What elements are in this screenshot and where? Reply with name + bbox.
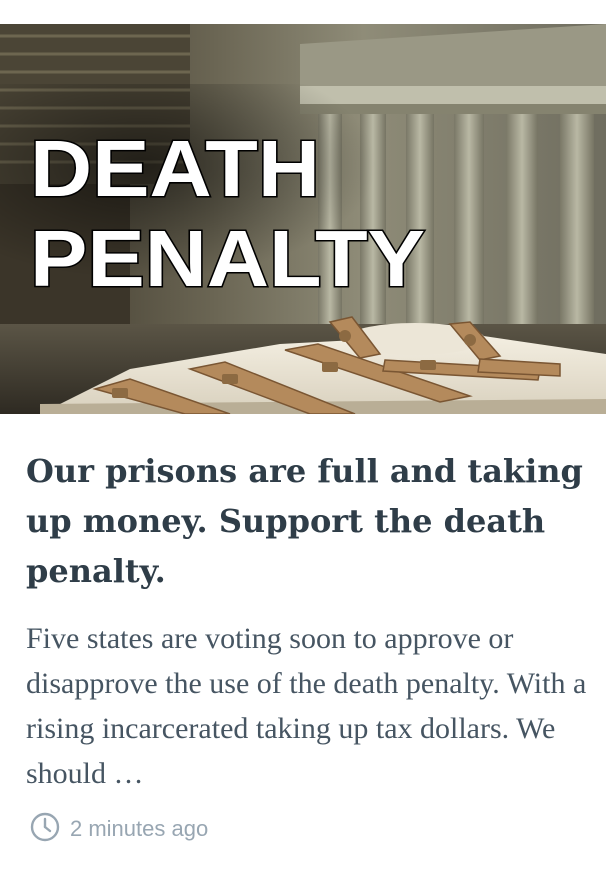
article-card[interactable]: DEATH PENALTY Our prisons are full and t…	[0, 0, 606, 870]
death-penalty-photo: DEATH PENALTY	[0, 24, 606, 414]
clock-icon	[30, 812, 60, 847]
article-excerpt: Five states are voting soon to approve o…	[26, 622, 587, 790]
image-title-line1: DEATH	[30, 124, 320, 213]
image-title-line2: PENALTY	[30, 214, 425, 303]
article-timestamp: 2 minutes ago	[70, 816, 209, 841]
article-meta: 2 minutes ago	[30, 812, 208, 846]
article-headline[interactable]: Our prisons are full and taking up money…	[26, 446, 586, 596]
article-image[interactable]: DEATH PENALTY	[0, 24, 606, 414]
